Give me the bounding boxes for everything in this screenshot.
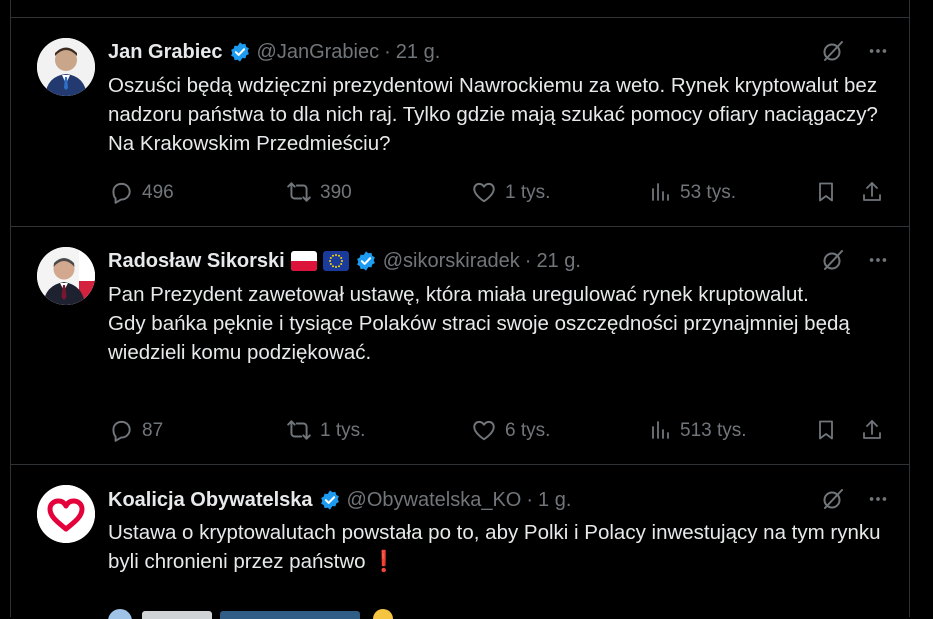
reply-count: 496	[142, 181, 174, 203]
author-handle[interactable]: @sikorskiradek	[383, 250, 520, 273]
verified-badge-icon	[355, 250, 377, 272]
quoted-tweet-partial[interactable]	[108, 607, 408, 619]
bookmark-button[interactable]	[814, 179, 846, 205]
tweet-paragraph: Ustawa o kryptowalutach powstała po to, …	[108, 521, 881, 573]
verified-badge-icon	[319, 489, 341, 511]
verified-badge-icon	[229, 41, 251, 63]
quoted-handle-placeholder	[220, 611, 360, 619]
views-icon	[652, 421, 669, 439]
separator: ·	[526, 488, 534, 511]
bookmark-icon	[819, 182, 833, 202]
quoted-avatar	[108, 609, 132, 619]
author-handle[interactable]: @Obywatelska_KO	[347, 489, 522, 512]
tweet-paragraph: Oszuści będą wdzięczni prezydentowi Nawr…	[108, 74, 878, 155]
quoted-emoji	[373, 609, 393, 619]
grok-icon[interactable]	[821, 39, 845, 63]
action-bar: 87 1 tys. 6 tys. 513 tys.	[108, 417, 889, 445]
eu-flag-icon	[322, 251, 349, 271]
views-button[interactable]: 513 tys.	[648, 417, 747, 443]
repost-button[interactable]: 390	[286, 179, 352, 205]
share-icon	[863, 182, 881, 201]
author-name[interactable]: Koalicja Obywatelska	[108, 489, 313, 512]
repost-icon	[287, 420, 311, 440]
tweet-text: Ustawa o kryptowalutach powstała po to, …	[108, 518, 891, 576]
repost-count: 390	[320, 181, 352, 203]
tweet-jan-grabiec[interactable]: Jan Grabiec @JanGrabiec · 21 g. Oszuści …	[11, 18, 909, 227]
tweet-paragraph: Pan Prezydent zawetował ustawę, która mi…	[108, 283, 809, 306]
separator: ·	[524, 249, 532, 272]
author-name[interactable]: Jan Grabiec	[108, 41, 223, 64]
reply-icon	[112, 420, 131, 442]
like-icon	[473, 420, 495, 441]
like-button[interactable]: 1 tys.	[471, 179, 550, 205]
action-bar: 496 390 1 tys. 53 tys.	[108, 179, 889, 207]
separator: ·	[384, 40, 391, 63]
tweet-header: Jan Grabiec @JanGrabiec · 21 g.	[108, 39, 889, 65]
repost-button[interactable]: 1 tys.	[286, 417, 365, 443]
more-icon[interactable]	[867, 249, 889, 271]
repost-count: 1 tys.	[320, 419, 366, 441]
views-button[interactable]: 53 tys.	[648, 179, 736, 205]
bookmark-button[interactable]	[814, 417, 846, 443]
tweet-paragraph: Gdy bańka pęknie i tysiące Polaków strac…	[108, 312, 850, 364]
quoted-name-placeholder	[142, 611, 212, 619]
reply-button[interactable]: 496	[108, 179, 174, 205]
views-icon	[652, 183, 669, 201]
tweet-header: Radosław Sikorski @sikorskiradek · 21 g.	[108, 248, 889, 274]
like-button[interactable]: 6 tys.	[471, 417, 550, 443]
tweet-text: Pan Prezydent zawetował ustawę, która mi…	[108, 280, 891, 367]
timestamp[interactable]: 21 g.	[536, 250, 580, 273]
timestamp[interactable]: 1 g.	[538, 489, 571, 512]
views-count: 53 tys.	[680, 181, 736, 203]
author-name[interactable]: Radosław Sikorski	[108, 250, 285, 273]
tweet-text: Oszuści będą wdzięczni prezydentowi Nawr…	[108, 71, 891, 158]
grok-icon[interactable]	[821, 487, 845, 511]
timestamp[interactable]: 21 g.	[396, 41, 440, 64]
poland-flag-icon	[290, 251, 317, 271]
avatar[interactable]	[37, 485, 95, 543]
tweet-header: Koalicja Obywatelska @Obywatelska_KO · 1…	[108, 487, 889, 513]
avatar[interactable]	[37, 38, 95, 96]
timeline: Jan Grabiec @JanGrabiec · 21 g. Oszuści …	[10, 0, 910, 619]
bookmark-icon	[819, 420, 833, 440]
like-count: 6 tys.	[505, 419, 551, 441]
views-count: 513 tys.	[680, 419, 747, 441]
more-icon[interactable]	[867, 40, 889, 62]
repost-icon	[287, 182, 311, 202]
tweet-koalicja-obywatelska[interactable]: Koalicja Obywatelska @Obywatelska_KO · 1…	[11, 465, 909, 619]
avatar[interactable]	[37, 247, 95, 305]
grok-icon[interactable]	[821, 248, 845, 272]
reply-icon	[112, 182, 131, 204]
more-icon[interactable]	[867, 488, 889, 510]
share-button[interactable]	[860, 179, 892, 205]
author-handle[interactable]: @JanGrabiec	[257, 41, 380, 64]
share-button[interactable]	[860, 417, 892, 443]
tweet-radoslaw-sikorski[interactable]: Radosław Sikorski @sikorskiradek · 21 g.	[11, 227, 909, 465]
reply-button[interactable]: 87	[108, 417, 163, 443]
like-count: 1 tys.	[505, 181, 551, 203]
like-icon	[473, 182, 495, 203]
reply-count: 87	[142, 419, 164, 441]
share-icon	[863, 420, 881, 439]
